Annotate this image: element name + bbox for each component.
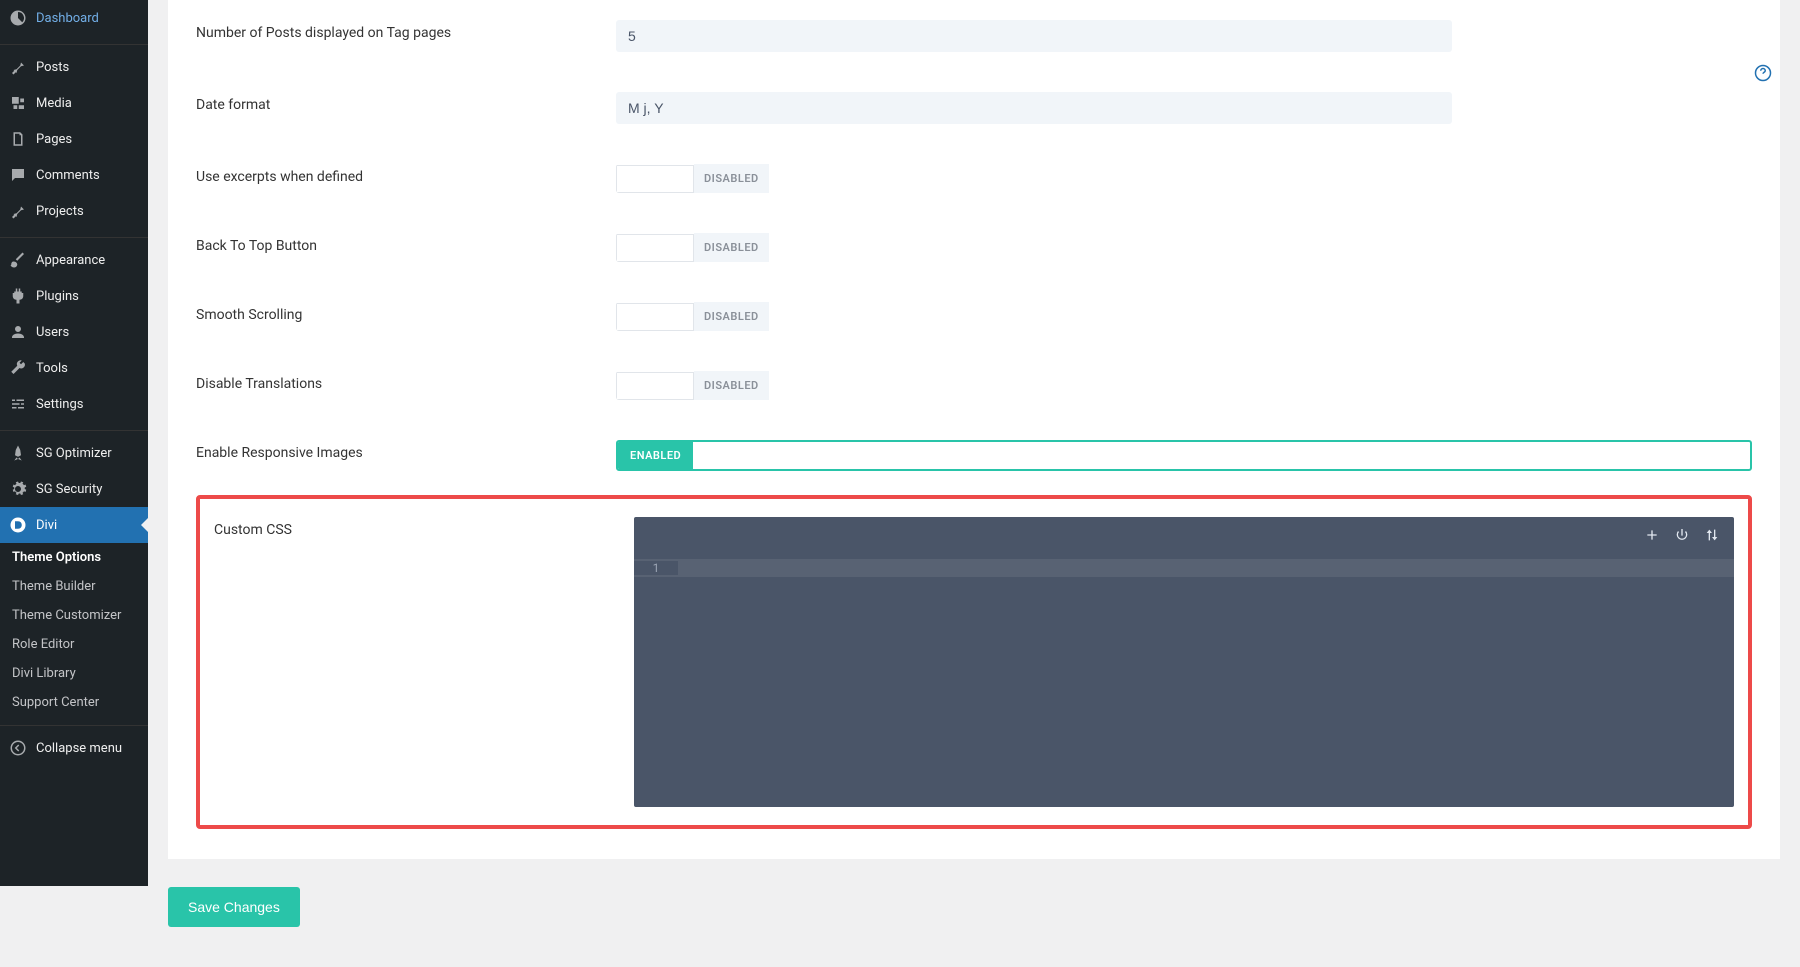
setting-disable-translations: Disable Translations DISABLED (196, 351, 1752, 420)
editor-sort-icon[interactable] (1704, 527, 1720, 547)
sidebar-item-label: Tools (36, 361, 68, 376)
toggle-handle (616, 303, 694, 331)
setting-back-top: Back To Top Button DISABLED (196, 213, 1752, 282)
pages-icon (8, 129, 28, 149)
main-content: Number of Posts displayed on Tag pages D… (148, 0, 1800, 967)
sidebar-item-posts[interactable]: Posts (0, 49, 148, 85)
sidebar-item-divi[interactable]: Divi (0, 507, 148, 543)
custom-css-highlight: Custom CSS 1 (196, 495, 1752, 829)
toggle-handle (616, 372, 694, 400)
dashboard-icon (8, 8, 28, 28)
sidebar-item-dashboard[interactable]: Dashboard (0, 0, 148, 36)
submenu-role-editor[interactable]: Role Editor (0, 630, 148, 659)
sliders-icon (8, 394, 28, 414)
sidebar-item-sg-security[interactable]: SG Security (0, 471, 148, 507)
submenu-theme-options[interactable]: Theme Options (0, 543, 148, 572)
line-number: 1 (634, 561, 678, 575)
setting-custom-css: Custom CSS 1 (214, 509, 1734, 815)
responsive-toggle[interactable]: ENABLED (616, 440, 1752, 471)
divi-icon (8, 515, 28, 535)
editor-toolbar (1644, 527, 1720, 547)
sidebar-item-users[interactable]: Users (0, 314, 148, 350)
posts-tag-input[interactable] (616, 20, 1452, 52)
sidebar-item-label: Media (36, 96, 72, 111)
sidebar-item-label: SG Optimizer (36, 446, 112, 461)
sidebar-item-projects[interactable]: Projects (0, 193, 148, 229)
toggle-disabled-label: DISABLED (694, 371, 769, 400)
sidebar-item-appearance[interactable]: Appearance (0, 242, 148, 278)
sidebar-item-label: Plugins (36, 289, 79, 304)
user-icon (8, 322, 28, 342)
editor-line: 1 (634, 559, 1734, 577)
sidebar-item-label: Users (36, 325, 69, 340)
sidebar-item-pages[interactable]: Pages (0, 121, 148, 157)
sidebar-item-label: Settings (36, 397, 83, 412)
settings-panel: Number of Posts displayed on Tag pages D… (168, 0, 1780, 859)
setting-excerpts: Use excerpts when defined DISABLED (196, 144, 1752, 213)
save-changes-button[interactable]: Save Changes (168, 887, 300, 927)
submenu-divi-library[interactable]: Divi Library (0, 659, 148, 688)
submenu-theme-customizer[interactable]: Theme Customizer (0, 601, 148, 630)
custom-css-editor[interactable]: 1 (634, 517, 1734, 807)
wrench-icon (8, 358, 28, 378)
submenu-theme-builder[interactable]: Theme Builder (0, 572, 148, 601)
sidebar-item-label: Divi (36, 518, 57, 533)
sidebar-item-sg-optimizer[interactable]: SG Optimizer (0, 435, 148, 471)
setting-label: Disable Translations (196, 371, 596, 392)
sidebar-item-label: Appearance (36, 253, 105, 268)
sidebar-item-label: Projects (36, 204, 84, 219)
sidebar-item-comments[interactable]: Comments (0, 157, 148, 193)
sidebar-item-plugins[interactable]: Plugins (0, 278, 148, 314)
setting-label: Number of Posts displayed on Tag pages (196, 20, 596, 41)
collapse-menu-button[interactable]: Collapse menu (0, 730, 148, 766)
editor-add-icon[interactable] (1644, 527, 1660, 547)
setting-posts-tag: Number of Posts displayed on Tag pages (196, 0, 1752, 72)
editor-body: 1 (634, 517, 1734, 577)
setting-label: Use excerpts when defined (196, 164, 596, 185)
pin-icon (8, 201, 28, 221)
collapse-icon (8, 738, 28, 758)
toggle-disabled-label: DISABLED (694, 164, 769, 193)
back-top-toggle[interactable]: DISABLED (616, 233, 1752, 262)
sidebar-item-label: Posts (36, 60, 69, 75)
sidebar-item-media[interactable]: Media (0, 85, 148, 121)
plug-icon (8, 286, 28, 306)
date-format-input[interactable] (616, 92, 1452, 124)
excerpts-toggle[interactable]: DISABLED (616, 164, 1752, 193)
help-icon[interactable] (1754, 64, 1772, 86)
sidebar-item-settings[interactable]: Settings (0, 386, 148, 422)
sidebar-item-tools[interactable]: Tools (0, 350, 148, 386)
setting-label: Back To Top Button (196, 233, 596, 254)
brush-icon (8, 250, 28, 270)
submenu-support-center[interactable]: Support Center (0, 688, 148, 717)
pin-icon (8, 57, 28, 77)
setting-label: Custom CSS (214, 517, 614, 538)
toggle-handle (616, 165, 694, 193)
admin-sidebar: Dashboard Posts Media Pages Comments Pro… (0, 0, 148, 886)
collapse-label: Collapse menu (36, 741, 122, 756)
comments-icon (8, 165, 28, 185)
sidebar-item-label: Pages (36, 132, 72, 147)
translations-toggle[interactable]: DISABLED (616, 371, 1752, 400)
toggle-disabled-label: DISABLED (694, 233, 769, 262)
sidebar-item-label: Dashboard (36, 11, 99, 26)
editor-power-icon[interactable] (1674, 527, 1690, 547)
media-icon (8, 93, 28, 113)
setting-smooth-scroll: Smooth Scrolling DISABLED (196, 282, 1752, 351)
setting-label: Enable Responsive Images (196, 440, 596, 461)
sidebar-item-label: Comments (36, 168, 100, 183)
sidebar-item-label: SG Security (36, 482, 102, 497)
toggle-disabled-label: DISABLED (694, 302, 769, 331)
setting-label: Date format (196, 92, 596, 113)
smooth-scroll-toggle[interactable]: DISABLED (616, 302, 1752, 331)
setting-responsive-images: Enable Responsive Images ENABLED (196, 420, 1752, 491)
setting-label: Smooth Scrolling (196, 302, 596, 323)
toggle-enabled-label: ENABLED (618, 442, 693, 469)
gear-icon (8, 479, 28, 499)
rocket-icon (8, 443, 28, 463)
setting-date-format: Date format (196, 72, 1752, 144)
toggle-handle (616, 234, 694, 262)
